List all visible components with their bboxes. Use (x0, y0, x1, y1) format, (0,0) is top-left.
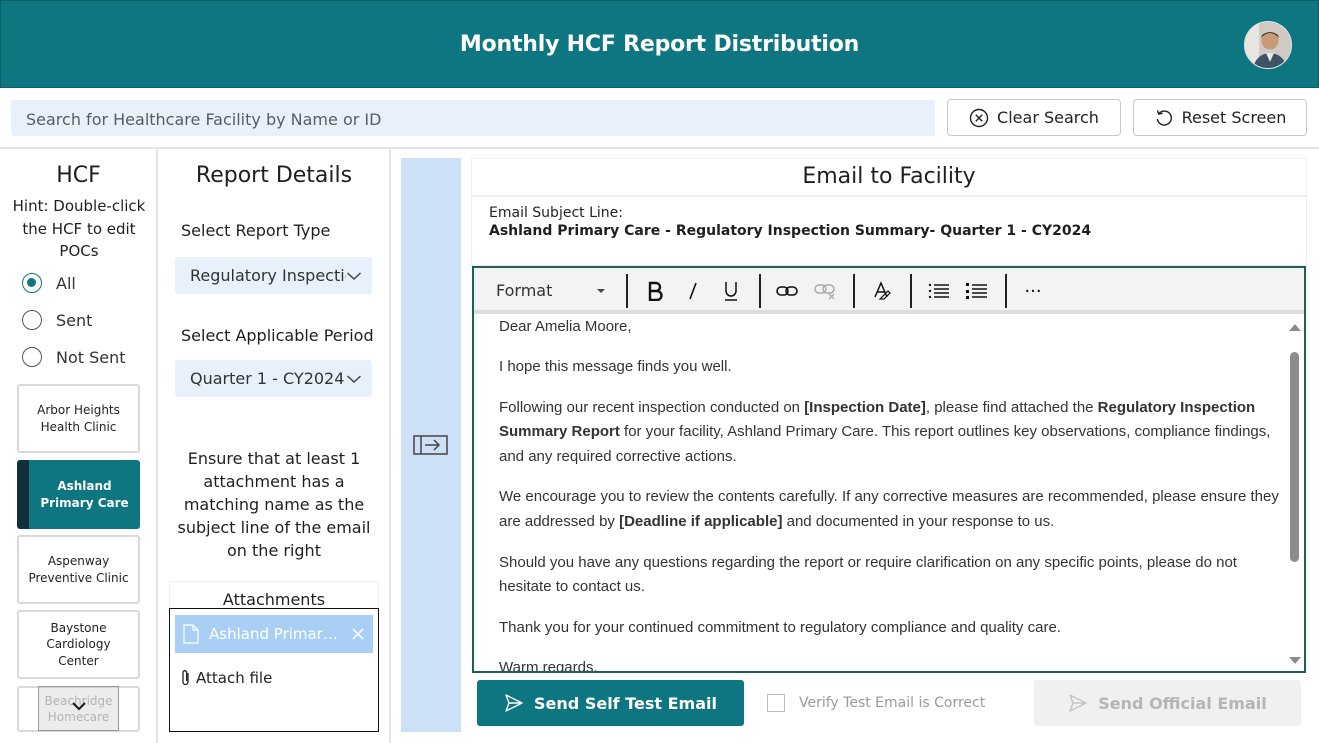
toolbar-divider (759, 274, 761, 308)
attach-file-button[interactable]: Attach file (180, 669, 272, 687)
send-official-label: Send Official Email (1098, 693, 1267, 713)
caret-down-icon (597, 289, 605, 293)
link-icon[interactable] (774, 278, 800, 304)
checkbox-icon (767, 694, 785, 712)
paperclip-icon (182, 670, 189, 686)
send-icon (1069, 694, 1087, 712)
verify-test-checkbox[interactable]: Verify Test Email is Correct (767, 694, 985, 712)
chevron-down-icon (346, 374, 362, 383)
send-self-test-button[interactable]: Send Self Test Email (477, 680, 744, 726)
italic-icon[interactable] (680, 278, 706, 304)
filter-label: All (56, 273, 76, 293)
filter-sent-radio[interactable]: Sent (22, 310, 92, 330)
filter-label: Not Sent (56, 347, 126, 367)
toolbar-divider (626, 274, 628, 308)
body-paragraph: Thank you for your continued commitment … (499, 618, 1061, 636)
clear-format-icon[interactable] (868, 278, 894, 304)
attach-file-label: Attach file (196, 669, 273, 687)
document-icon (183, 624, 199, 644)
scrollbar-thumb[interactable] (1290, 352, 1299, 562)
facility-item[interactable]: Arbor Heights Health Clinic (17, 384, 140, 453)
numbered-list-icon[interactable] (964, 278, 990, 304)
scroll-down-icon[interactable] (1287, 656, 1303, 666)
scroll-down-button[interactable] (38, 686, 119, 731)
toolbar-divider (853, 274, 855, 308)
clear-search-label: Clear Search (997, 108, 1099, 127)
editor-scrollbar[interactable] (1286, 318, 1302, 670)
app-header: Monthly HCF Report Distribution (0, 0, 1319, 88)
radio-selected-icon (22, 273, 42, 293)
chevron-down-icon (71, 702, 86, 711)
editor-toolbar: Format ··· (474, 268, 1304, 314)
email-body-editor[interactable]: Format ··· Dear Amelia Moore, I hope thi… (472, 266, 1306, 673)
filter-label: Sent (56, 310, 93, 330)
column-divider (156, 149, 158, 743)
toolbar-divider (1005, 274, 1007, 308)
email-body: Dear Amelia Moore, I hope this message f… (499, 318, 1279, 673)
format-dropdown[interactable]: Format (496, 281, 552, 300)
column-divider (389, 149, 391, 743)
chevron-down-icon (346, 271, 362, 280)
bold-icon[interactable] (642, 278, 668, 304)
body-paragraph: We encourage you to review the contents … (499, 488, 1279, 531)
panel-toggle-strip[interactable] (401, 158, 461, 732)
greeting: Dear Amelia Moore, (499, 318, 632, 335)
search-input[interactable]: Search for Healthcare Facility by Name o… (11, 100, 935, 136)
body-paragraph: I hope this message finds you well. (499, 358, 732, 376)
report-type-label: Select Report Type (181, 221, 331, 240)
period-dropdown[interactable]: Quarter 1 - CY2024 (175, 360, 372, 397)
filter-all-radio[interactable]: All (22, 273, 76, 293)
facility-item[interactable]: Baystone Cardiology Center (17, 610, 140, 679)
attachment-item[interactable]: Ashland Primary Care - Regulatory Inspec… (175, 615, 373, 653)
attachments-list: Ashland Primary Care - Regulatory Inspec… (169, 608, 379, 732)
sign-off: Warm regards, (499, 658, 598, 673)
hcf-hint: Hint: Double-click the HCF to edit POCs (12, 197, 146, 260)
avatar[interactable] (1244, 21, 1292, 69)
clear-search-button[interactable]: Clear Search (947, 99, 1121, 136)
radio-icon (22, 347, 42, 367)
email-subject-section: Email Subject Line: Ashland Primary Care… (471, 196, 1307, 266)
attachment-hint: Ensure that at least 1 attachment has a … (177, 449, 371, 560)
filter-not-sent-radio[interactable]: Not Sent (22, 347, 126, 367)
period-value: Quarter 1 - CY2024 (190, 369, 345, 388)
attachment-name: Ashland Primary Care - Regulatory Inspec… (209, 625, 341, 643)
send-official-button[interactable]: Send Official Email (1034, 680, 1301, 726)
bullet-list-icon[interactable] (926, 278, 952, 304)
clear-circle-icon (969, 108, 989, 127)
report-type-value: Regulatory Inspection Summary (190, 266, 346, 285)
reset-screen-label: Reset Screen (1181, 108, 1287, 127)
hcf-title: HCF (56, 163, 101, 188)
body-paragraph: Following our recent inspection conducte… (499, 398, 1271, 466)
send-self-test-label: Send Self Test Email (534, 693, 717, 713)
unlink-icon[interactable] (812, 278, 838, 304)
body-paragraph: Should you have any questions regarding … (499, 553, 1237, 596)
period-label: Select Applicable Period (181, 326, 374, 345)
facility-item-selected[interactable]: Ashland Primary Care (17, 460, 140, 529)
subject-value: Ashland Primary Care - Regulatory Inspec… (489, 223, 1092, 239)
verify-label: Verify Test Email is Correct (799, 695, 986, 711)
scroll-up-icon[interactable] (1287, 322, 1303, 332)
attachments-title: Attachments (169, 581, 379, 609)
reset-icon (1156, 109, 1172, 126)
facility-item[interactable]: Aspenway Preventive Clinic (17, 535, 140, 604)
top-divider (0, 147, 1319, 149)
radio-icon (22, 310, 42, 330)
subject-label: Email Subject Line: (489, 205, 623, 221)
report-details-title: Report Details (195, 163, 353, 188)
expand-panel-icon (413, 435, 448, 455)
underline-icon[interactable] (718, 278, 744, 304)
more-options-button[interactable]: ··· (1020, 278, 1046, 304)
reset-screen-button[interactable]: Reset Screen (1133, 99, 1307, 136)
report-type-dropdown[interactable]: Regulatory Inspection Summary (175, 257, 372, 294)
remove-attachment-icon[interactable] (351, 627, 365, 641)
page-title: Monthly HCF Report Distribution (459, 32, 860, 57)
toolbar-divider (910, 274, 912, 308)
email-title: Email to Facility (471, 158, 1307, 196)
attachments-panel: Attachments Ashland Primary Care - Regul… (169, 581, 379, 733)
send-icon (505, 694, 523, 712)
user-avatar-icon (1245, 22, 1291, 68)
